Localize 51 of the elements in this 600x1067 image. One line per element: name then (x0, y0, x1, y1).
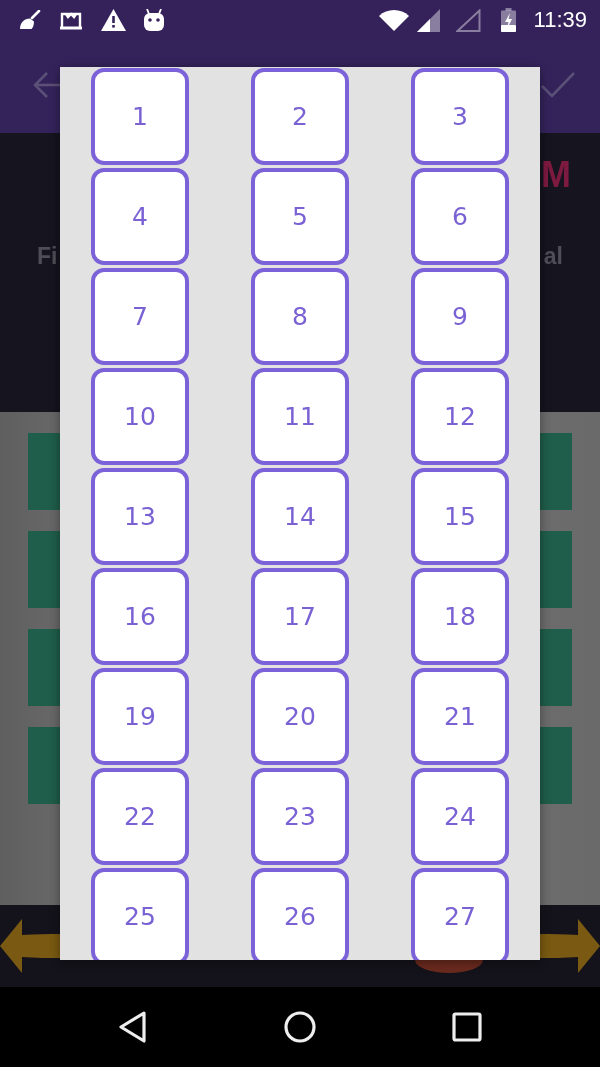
number-button[interactable]: 14 (251, 468, 349, 565)
number-button[interactable]: 8 (251, 268, 349, 365)
number-button[interactable]: 22 (91, 768, 189, 865)
number-button[interactable]: 19 (91, 668, 189, 765)
back-icon[interactable] (117, 1010, 149, 1044)
signal-icon (416, 8, 440, 32)
list-bar[interactable] (28, 629, 61, 706)
list-bar[interactable] (539, 433, 572, 510)
home-icon[interactable] (284, 1011, 316, 1043)
number-button[interactable]: 17 (251, 568, 349, 665)
number-button[interactable]: 4 (91, 168, 189, 265)
number-button[interactable]: 26 (251, 868, 349, 960)
number-button[interactable]: 9 (411, 268, 509, 365)
number-button[interactable]: 10 (91, 368, 189, 465)
number-button[interactable]: 2 (251, 68, 349, 165)
check-icon[interactable] (540, 71, 576, 99)
list-bar[interactable] (28, 727, 61, 804)
number-button[interactable]: 25 (91, 868, 189, 960)
number-button[interactable]: 5 (251, 168, 349, 265)
number-button[interactable]: 18 (411, 568, 509, 665)
list-bar[interactable] (539, 531, 572, 608)
number-button[interactable]: 3 (411, 68, 509, 165)
number-button[interactable]: 23 (251, 768, 349, 865)
number-button[interactable]: 27 (411, 868, 509, 960)
number-button[interactable]: 21 (411, 668, 509, 765)
clock-time: 11:39 (533, 9, 587, 31)
label-text: Fi (37, 245, 58, 268)
number-button[interactable]: 20 (251, 668, 349, 765)
label-text: al (543, 245, 563, 268)
number-button[interactable]: 24 (411, 768, 509, 865)
number-button[interactable]: 1 (91, 68, 189, 165)
wifi-icon (378, 9, 409, 31)
number-button[interactable]: 7 (91, 268, 189, 365)
list-bar[interactable] (28, 433, 61, 510)
number-button[interactable]: 11 (251, 368, 349, 465)
number-button[interactable]: 12 (411, 368, 509, 465)
list-bar[interactable] (539, 629, 572, 706)
broom-icon (19, 10, 41, 30)
number-button[interactable]: 15 (411, 468, 509, 565)
recents-icon[interactable] (451, 1011, 483, 1043)
number-button[interactable]: 16 (91, 568, 189, 665)
tray-icon (59, 10, 83, 30)
signal-icon (455, 8, 481, 32)
list-bar[interactable] (28, 531, 61, 608)
warning-icon (101, 9, 126, 31)
number-button[interactable]: 13 (91, 468, 189, 565)
heading-text: M (541, 157, 571, 193)
battery-charging-icon (500, 8, 516, 32)
list-bar[interactable] (539, 727, 572, 804)
robot-icon (144, 9, 164, 31)
number-button[interactable]: 6 (411, 168, 509, 265)
